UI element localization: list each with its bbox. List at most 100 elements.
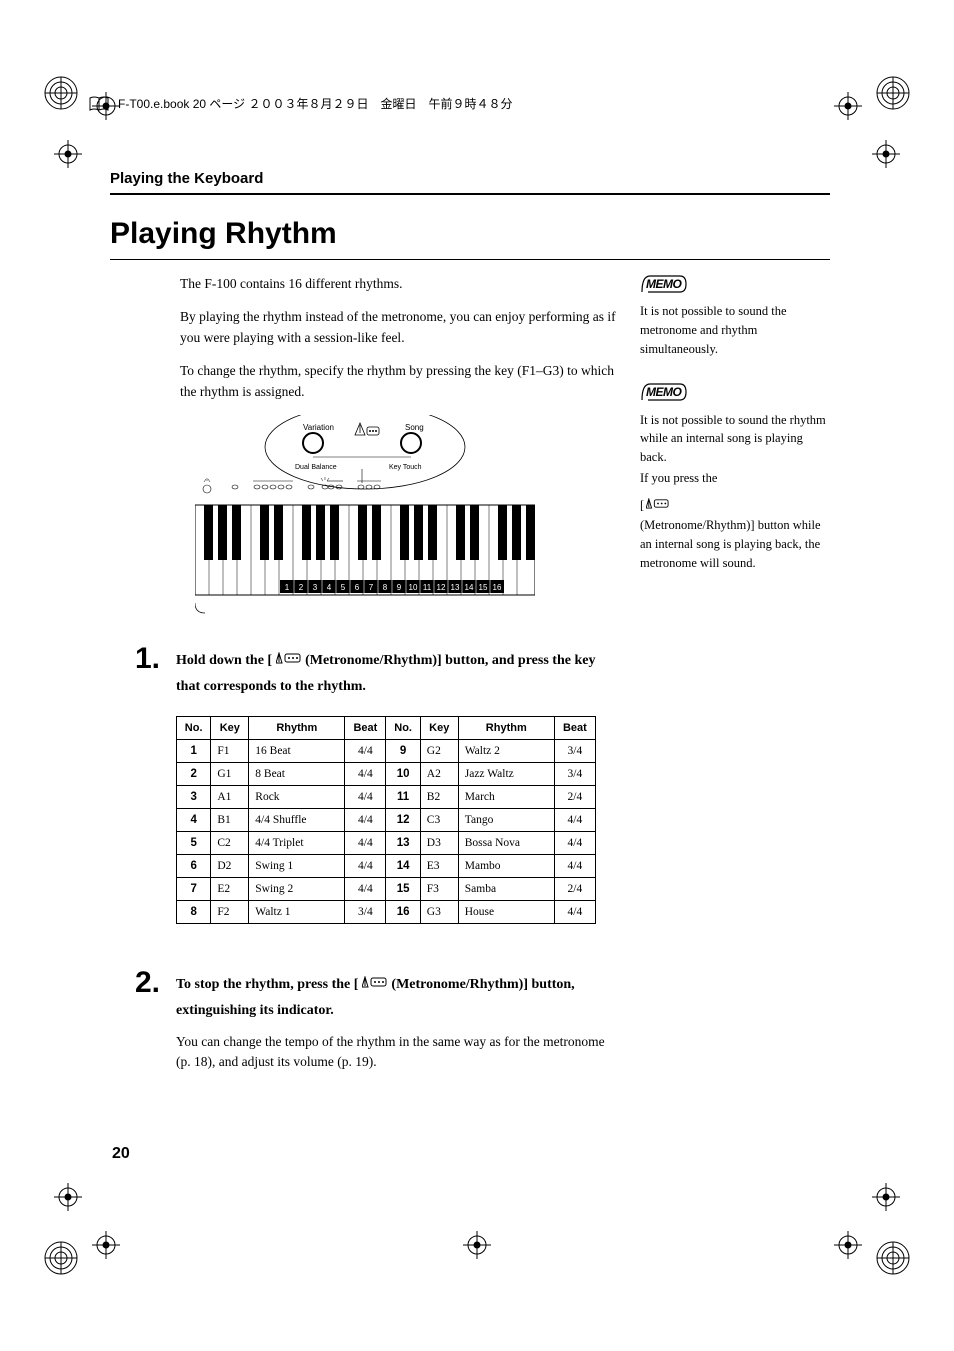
cell-no: 10 — [386, 762, 420, 785]
cell-key: C3 — [420, 808, 458, 831]
cell-no: 15 — [386, 877, 420, 900]
regmark-icon — [92, 1231, 120, 1259]
keyboard-diagram: Variation Song Dual Balance Key Touch — [110, 415, 620, 620]
cell-rhythm: Jazz Waltz — [458, 762, 554, 785]
cell-beat: 2/4 — [554, 785, 595, 808]
cell-key: F2 — [211, 900, 249, 923]
th-key: Key — [420, 716, 458, 739]
cell-key: E3 — [420, 854, 458, 877]
memo-icon: MEMO — [640, 382, 688, 402]
cell-rhythm: 16 Beat — [249, 739, 345, 762]
th-rhythm: Rhythm — [249, 716, 345, 739]
body-text: By playing the rhythm instead of the met… — [180, 307, 620, 349]
cell-key: F3 — [420, 877, 458, 900]
section-title: Playing Rhythm — [110, 217, 830, 251]
cell-key: A2 — [420, 762, 458, 785]
cell-rhythm: 8 Beat — [249, 762, 345, 785]
cell-key: B2 — [420, 785, 458, 808]
svg-text:11: 11 — [423, 583, 432, 592]
cell-beat: 4/4 — [345, 762, 386, 785]
corner-br-icon — [872, 1237, 914, 1279]
th-beat: Beat — [554, 716, 595, 739]
text: Hold down the [ — [176, 653, 276, 668]
cell-beat: 3/4 — [554, 762, 595, 785]
svg-text:6: 6 — [355, 583, 360, 592]
cell-rhythm: Tango — [458, 808, 554, 831]
cell-no: 2 — [177, 762, 211, 785]
cell-beat: 4/4 — [554, 808, 595, 831]
cell-beat: 4/4 — [345, 785, 386, 808]
svg-text:4: 4 — [327, 583, 332, 592]
cell-key: G2 — [420, 739, 458, 762]
regmark-icon — [54, 1183, 82, 1211]
cell-no: 13 — [386, 831, 420, 854]
cell-no: 5 — [177, 831, 211, 854]
corner-tl-icon — [40, 72, 82, 114]
regmark-icon — [463, 1231, 491, 1259]
regmark-icon — [834, 1231, 862, 1259]
svg-text:Key Touch: Key Touch — [389, 464, 422, 471]
text: To stop the rhythm, press the [ — [176, 977, 362, 992]
cell-rhythm: House — [458, 900, 554, 923]
body-text: The F-100 contains 16 different rhythms. — [180, 274, 620, 295]
cell-rhythm: Swing 1 — [249, 854, 345, 877]
svg-text:9: 9 — [397, 583, 402, 592]
regmark-icon — [834, 92, 862, 120]
cell-rhythm: Samba — [458, 877, 554, 900]
cell-no: 16 — [386, 900, 420, 923]
svg-text:3: 3 — [313, 583, 318, 592]
step-text: To stop the rhythm, press the [ (Metrono… — [176, 972, 620, 1024]
cell-beat: 4/4 — [554, 900, 595, 923]
svg-text:10: 10 — [409, 583, 418, 592]
memo-1: MEMO It is not possible to sound the met… — [640, 274, 830, 358]
cell-rhythm: Waltz 1 — [249, 900, 345, 923]
step-number: 2. — [110, 968, 160, 998]
svg-text:14: 14 — [465, 583, 474, 592]
regmark-icon — [54, 140, 82, 168]
cell-key: E2 — [211, 877, 249, 900]
memo-icon: MEMO — [640, 274, 688, 294]
cell-beat: 4/4 — [345, 739, 386, 762]
svg-text:1: 1 — [285, 583, 290, 592]
cell-rhythm: Rock — [249, 785, 345, 808]
svg-text:Dual Balance: Dual Balance — [295, 464, 337, 471]
svg-text:8: 8 — [383, 583, 388, 592]
table-row: 4B14/4 Shuffle4/412C3Tango4/4 — [177, 808, 596, 831]
cell-key: G1 — [211, 762, 249, 785]
cell-beat: 4/4 — [345, 808, 386, 831]
svg-text:12: 12 — [437, 583, 446, 592]
svg-text:5: 5 — [341, 583, 346, 592]
th-rhythm: Rhythm — [458, 716, 554, 739]
table-row: 7E2Swing 24/415F3Samba2/4 — [177, 877, 596, 900]
svg-text:15: 15 — [479, 583, 488, 592]
cell-no: 3 — [177, 785, 211, 808]
table-row: 3A1Rock4/411B2March2/4 — [177, 785, 596, 808]
table-row: 6D2Swing 14/414E3Mambo4/4 — [177, 854, 596, 877]
cell-beat: 3/4 — [554, 739, 595, 762]
cell-rhythm: Waltz 2 — [458, 739, 554, 762]
metronome-icon — [646, 496, 670, 515]
cell-rhythm: 4/4 Triplet — [249, 831, 345, 854]
body-text: To change the rhythm, specify the rhythm… — [180, 361, 620, 403]
cell-no: 8 — [177, 900, 211, 923]
cell-no: 6 — [177, 854, 211, 877]
text: (Metronome/Rhythm)] button while an inte… — [640, 516, 830, 572]
cell-no: 4 — [177, 808, 211, 831]
th-key: Key — [211, 716, 249, 739]
memo-text: It is not possible to sound the rhythm w… — [640, 411, 830, 467]
cell-no: 7 — [177, 877, 211, 900]
cell-key: F1 — [211, 739, 249, 762]
cell-beat: 4/4 — [554, 831, 595, 854]
memo-text: If you press the — [640, 469, 830, 488]
svg-text:2: 2 — [299, 583, 304, 592]
cell-rhythm: Swing 2 — [249, 877, 345, 900]
page-number: 20 — [112, 1145, 130, 1163]
rule — [110, 193, 830, 195]
table-row: 5C24/4 Triplet4/413D3Bossa Nova4/4 — [177, 831, 596, 854]
body-text: You can change the tempo of the rhythm i… — [176, 1032, 620, 1074]
cell-no: 9 — [386, 739, 420, 762]
th-no: No. — [177, 716, 211, 739]
cell-no: 12 — [386, 808, 420, 831]
cell-key: A1 — [211, 785, 249, 808]
th-beat: Beat — [345, 716, 386, 739]
